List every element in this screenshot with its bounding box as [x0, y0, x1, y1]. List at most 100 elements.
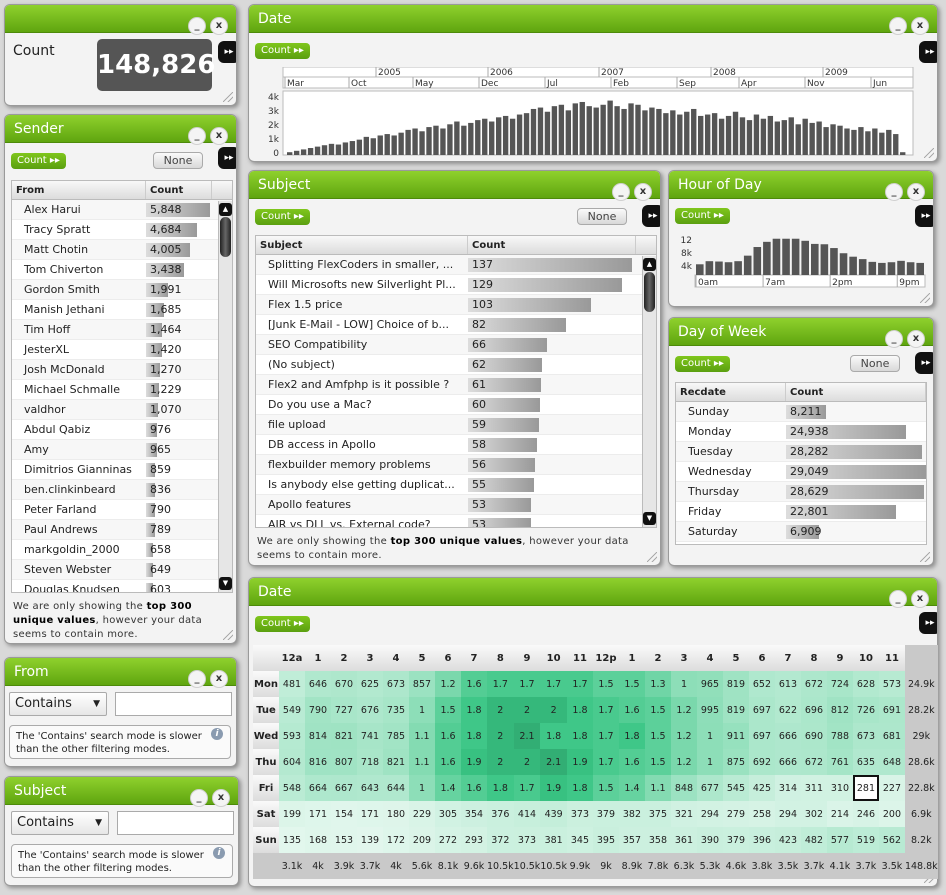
- heatmap-cell[interactable]: 1.6: [618, 749, 645, 775]
- timeline-chart[interactable]: 2005 2006 2007 2008 2009 Mar Oct May Dec Jul Feb Se…: [257, 67, 917, 162]
- heatmap-cell[interactable]: 1.8: [566, 697, 593, 723]
- heatmap-cell[interactable]: 379: [592, 801, 619, 827]
- list-item[interactable]: Tuesday 28,282: [676, 442, 926, 462]
- heatmap-cell[interactable]: 814: [305, 723, 331, 749]
- day-row-label[interactable]: Thu: [253, 749, 279, 775]
- list-item[interactable]: Tim Hoff 1,464: [12, 320, 232, 340]
- heatmap-cell[interactable]: 785: [383, 723, 409, 749]
- heatmap-cell[interactable]: 821: [383, 749, 409, 775]
- list-item[interactable]: Steven Webster 649: [12, 560, 232, 580]
- heatmap-cell[interactable]: 848: [670, 775, 697, 801]
- heatmap-cell[interactable]: 373: [566, 801, 593, 827]
- expand-tab[interactable]: ▸▸: [919, 41, 937, 63]
- minimize-button[interactable]: _: [885, 330, 903, 348]
- hour-header[interactable]: 11: [566, 645, 593, 671]
- heatmap-cell[interactable]: 379: [722, 827, 749, 853]
- close-button[interactable]: x: [212, 789, 230, 807]
- close-button[interactable]: x: [210, 670, 228, 688]
- heatmap-cell[interactable]: 857: [409, 671, 435, 697]
- heatmap-cell[interactable]: 1.9: [540, 775, 567, 801]
- list-item[interactable]: Sunday 8,211: [676, 402, 926, 422]
- heatmap-cell[interactable]: 875: [722, 749, 749, 775]
- list-item[interactable]: valdhor 1,070: [12, 400, 232, 420]
- heatmap-cell[interactable]: 1: [696, 749, 723, 775]
- heatmap-cell[interactable]: 1.5: [644, 697, 671, 723]
- list-item[interactable]: Amy 965: [12, 440, 232, 460]
- heatmap-cell[interactable]: 676: [357, 697, 383, 723]
- expand-tab[interactable]: ▸▸: [642, 205, 660, 227]
- from-filter-input[interactable]: [115, 692, 232, 716]
- hour-header[interactable]: 12a: [279, 645, 305, 671]
- hour-panel-titlebar[interactable]: Hour of Day _ x: [669, 171, 933, 201]
- close-button[interactable]: x: [911, 590, 929, 608]
- list-item[interactable]: Flex 1.5 price 103: [256, 295, 656, 315]
- scroll-thumb[interactable]: [644, 272, 655, 312]
- scrollbar[interactable]: ▲ ▼: [642, 256, 656, 527]
- heatmap-cell[interactable]: 180: [383, 801, 409, 827]
- heatmap-cell[interactable]: 200: [878, 801, 905, 827]
- heatmap-cell[interactable]: 310: [826, 775, 853, 801]
- col-recdate[interactable]: Recdate: [676, 383, 786, 401]
- heatmap-cell[interactable]: 726: [852, 697, 879, 723]
- heatmap-cell[interactable]: 965: [696, 671, 723, 697]
- expand-tab[interactable]: ▸▸: [218, 147, 236, 169]
- heatmap-cell[interactable]: 272: [435, 827, 461, 853]
- heatmap-cell[interactable]: 573: [878, 671, 905, 697]
- minimize-button[interactable]: _: [889, 17, 907, 35]
- heatmap-cell[interactable]: 1.2: [670, 723, 697, 749]
- heatmap-cell[interactable]: 481: [279, 671, 305, 697]
- count-button[interactable]: Count ▸▸: [11, 153, 66, 169]
- heatmap-cell[interactable]: 1.9: [566, 749, 593, 775]
- col-count[interactable]: Count: [146, 181, 212, 199]
- minimize-button[interactable]: _: [188, 17, 206, 35]
- col-count[interactable]: Count: [786, 383, 926, 401]
- heatmap-cell[interactable]: 135: [279, 827, 305, 853]
- hour-header[interactable]: 4: [383, 645, 409, 671]
- heatmap-cell[interactable]: 548: [279, 775, 305, 801]
- heatmap-cell[interactable]: 395: [592, 827, 619, 853]
- heatmap-cell[interactable]: 482: [800, 827, 827, 853]
- hour-header[interactable]: 10: [540, 645, 567, 671]
- scroll-up-icon[interactable]: ▲: [219, 203, 232, 216]
- heatmap-titlebar[interactable]: Date _ x: [249, 578, 937, 608]
- heatmap-cell[interactable]: 643: [357, 775, 383, 801]
- col-from[interactable]: From: [12, 181, 146, 199]
- heatmap-cell[interactable]: 741: [357, 723, 383, 749]
- list-item[interactable]: Matt Chotin 4,005: [12, 240, 232, 260]
- heatmap-cell[interactable]: 697: [748, 723, 775, 749]
- heatmap-cell[interactable]: 345: [566, 827, 593, 853]
- heatmap-cell[interactable]: 1: [409, 775, 435, 801]
- heatmap-cell[interactable]: 644: [383, 775, 409, 801]
- heatmap-cell[interactable]: 293: [461, 827, 487, 853]
- heatmap-cell[interactable]: 1.5: [435, 697, 461, 723]
- heatmap-cell[interactable]: 1.8: [566, 723, 593, 749]
- heatmap-cell[interactable]: 2: [513, 697, 541, 723]
- list-item[interactable]: Do you use a Mac? 60: [256, 395, 656, 415]
- heatmap-cell[interactable]: 622: [774, 697, 801, 723]
- hour-header[interactable]: 8: [487, 645, 514, 671]
- heatmap-cell[interactable]: 692: [748, 749, 775, 775]
- heatmap-cell[interactable]: 171: [305, 801, 331, 827]
- heatmap-cell[interactable]: 321: [670, 801, 697, 827]
- heatmap-cell[interactable]: 358: [644, 827, 671, 853]
- hour-header[interactable]: 1: [305, 645, 331, 671]
- hour-header[interactable]: 9: [513, 645, 541, 671]
- from-filter-titlebar[interactable]: From _ x: [5, 658, 236, 688]
- filter-mode-select[interactable]: Contains ▼: [11, 811, 109, 835]
- sender-panel-titlebar[interactable]: Sender _ x: [5, 115, 236, 145]
- heatmap-cell[interactable]: 1.7: [513, 671, 541, 697]
- resize-handle[interactable]: [924, 148, 934, 158]
- list-item[interactable]: Thursday 28,629: [676, 482, 926, 502]
- heatmap-cell[interactable]: 2.1: [513, 723, 541, 749]
- list-item[interactable]: flexbuilder memory problems 56: [256, 455, 656, 475]
- heatmap-cell[interactable]: 305: [435, 801, 461, 827]
- heatmap-cell[interactable]: 354: [461, 801, 487, 827]
- scroll-up-icon[interactable]: ▲: [643, 258, 656, 271]
- heatmap-cell[interactable]: 2: [487, 749, 514, 775]
- hour-header[interactable]: 8: [800, 645, 827, 671]
- heatmap-cell[interactable]: 1.5: [644, 723, 671, 749]
- hour-header[interactable]: 3: [670, 645, 697, 671]
- heatmap-cell[interactable]: 648: [878, 749, 905, 775]
- heatmap-cell[interactable]: 2.1: [540, 749, 567, 775]
- list-item[interactable]: Michael Schmalle 1,229: [12, 380, 232, 400]
